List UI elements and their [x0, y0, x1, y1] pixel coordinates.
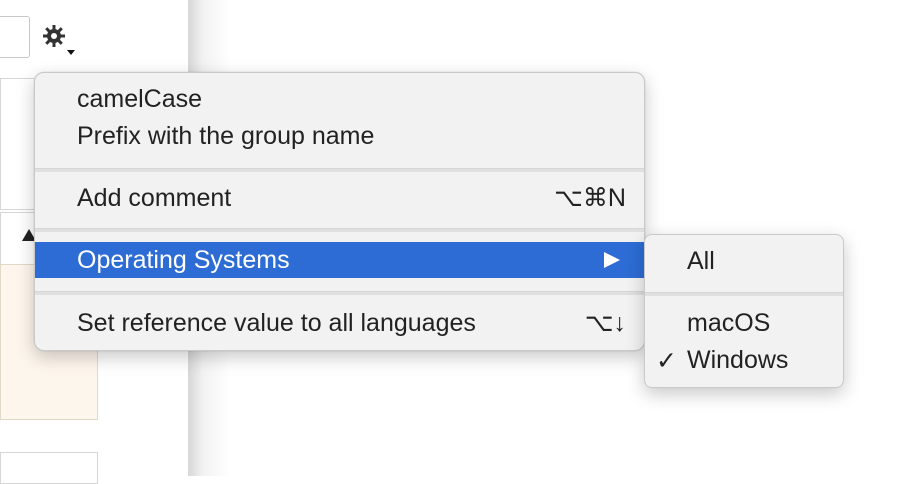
submenu-item-all[interactable]: All [645, 243, 843, 279]
text-field[interactable] [0, 452, 98, 484]
menu-item-label: Operating Systems [77, 245, 290, 274]
menu-item-label: Prefix with the group name [77, 121, 375, 150]
submenu-arrow-icon [604, 252, 620, 268]
menu-separator [645, 292, 843, 296]
context-menu: camelCase Prefix with the group name Add… [34, 72, 645, 351]
menu-item-operating-systems[interactable]: Operating Systems [35, 242, 644, 278]
menu-item-label: Set reference value to all languages [77, 308, 476, 337]
menu-separator [35, 291, 644, 295]
menu-item-prefix-group[interactable]: Prefix with the group name [35, 118, 644, 154]
text-input[interactable] [0, 16, 30, 58]
menu-item-set-reference-value[interactable]: Set reference value to all languages ⌥↓ [35, 305, 644, 341]
menu-item-label: camelCase [77, 84, 203, 113]
menu-item-add-comment[interactable]: Add comment ⌥⌘N [35, 180, 644, 216]
menu-item-label: Add comment [77, 183, 232, 212]
menu-item-shortcut: ⌥↓ [584, 309, 626, 337]
menu-item-shortcut: ⌥⌘N [554, 184, 626, 212]
submenu-item-label: macOS [687, 308, 771, 337]
checkmark-icon: ✓ [656, 347, 677, 375]
menu-separator [35, 168, 644, 172]
submenu-item-macos[interactable]: macOS [645, 305, 843, 341]
chevron-down-icon [67, 50, 75, 55]
menu-item-camelcase[interactable]: camelCase [35, 81, 644, 117]
submenu-item-label: Windows [687, 345, 789, 374]
gear-icon[interactable] [42, 24, 76, 58]
menu-separator [35, 228, 644, 232]
submenu-item-label: All [687, 246, 715, 275]
submenu-operating-systems: All macOS ✓ Windows [644, 234, 844, 388]
submenu-item-windows[interactable]: ✓ Windows [645, 342, 843, 378]
